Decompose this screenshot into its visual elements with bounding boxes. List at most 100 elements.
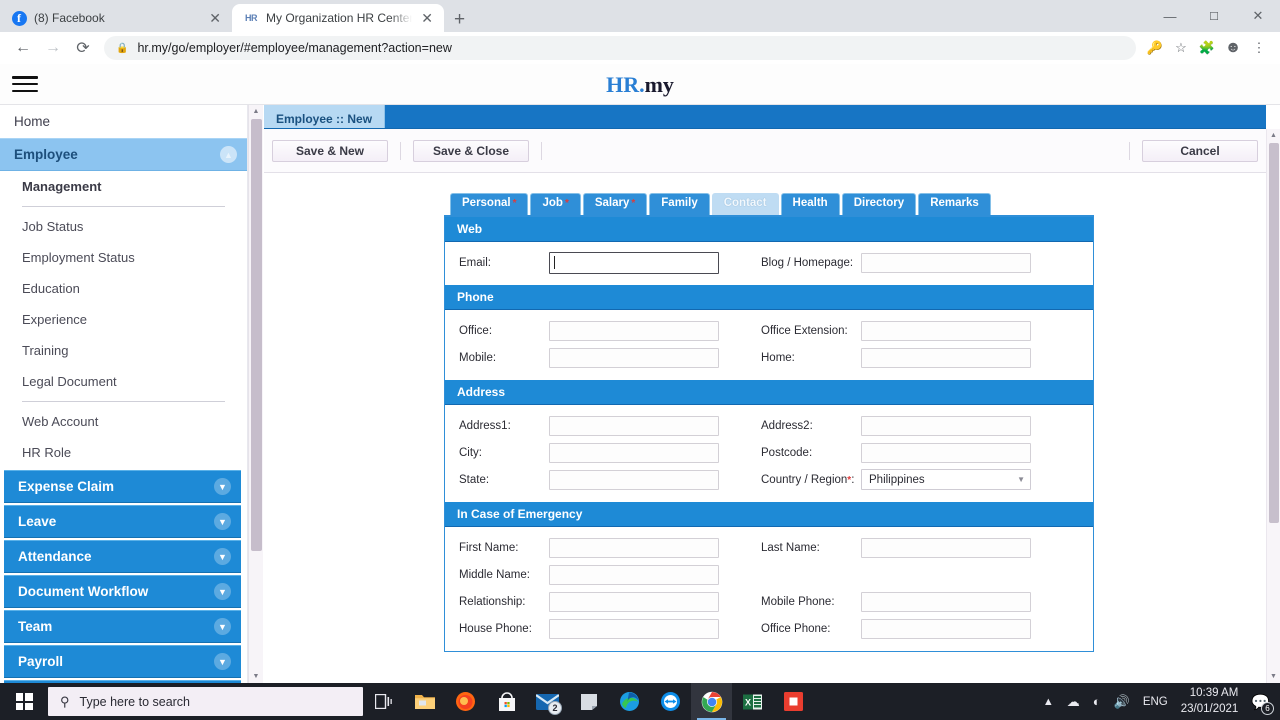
city-field[interactable] [549,443,719,463]
clock[interactable]: 10:39 AM 23/01/2021 [1181,686,1239,717]
sidebar-item-hr-role[interactable]: HR Role [0,437,247,468]
sidebar-item-team[interactable]: Team ▼ [4,610,241,643]
emergency-last-name-field[interactable] [861,538,1031,558]
google-chrome-icon[interactable] [691,683,732,720]
tab-directory[interactable]: Directory [842,193,917,215]
firefox-icon[interactable] [445,683,486,720]
sidebar-scrollbar[interactable]: ▲ ▼ [248,105,263,683]
chevron-down-icon: ▼ [214,618,231,635]
tab-health[interactable]: Health [781,193,840,215]
state-field[interactable] [549,470,719,490]
extensions-puzzle-icon[interactable]: 🧩 [1194,35,1220,61]
sidebar-item-home[interactable]: Home [0,105,247,138]
tab-remarks[interactable]: Remarks [918,193,991,215]
blog-homepage-field[interactable] [861,253,1031,273]
lock-icon: 🔒 [116,43,128,54]
address1-field[interactable] [549,416,719,436]
save-and-close-button[interactable]: Save & Close [413,140,529,162]
office-field[interactable] [549,321,719,341]
excel-icon[interactable]: X [732,683,773,720]
sidebar-item-job-status[interactable]: Job Status [0,211,247,242]
mobile-field[interactable] [549,348,719,368]
profile-avatar-icon[interactable]: ☻ [1220,35,1246,61]
volume-icon[interactable]: 🔊 [1114,694,1130,710]
emergency-house-phone-field[interactable] [549,619,719,639]
sidebar-item-experience[interactable]: Experience [0,304,247,335]
close-icon[interactable]: ✕ [419,11,435,25]
chrome-menu-icon[interactable]: ⋮ [1246,35,1272,61]
document-tab-employee-new[interactable]: Employee :: New [264,105,385,128]
scroll-down-arrow-icon[interactable]: ▼ [249,670,263,683]
save-and-new-button[interactable]: Save & New [272,140,388,162]
chevron-up-icon: ▲ [220,146,237,163]
office-extension-field[interactable] [861,321,1031,341]
emergency-house-phone-label: House Phone: [459,623,549,635]
tab-job[interactable]: Job * [530,193,580,215]
sidebar-item-expense-claim[interactable]: Expense Claim ▼ [4,470,241,503]
search-input[interactable]: ⚲ Type here to search [48,687,363,716]
browser-tab-facebook[interactable]: f (8) Facebook ✕ [0,4,232,32]
sidebar-item-legal-document[interactable]: Legal Document [0,366,247,397]
sidebar-item-employee[interactable]: Employee ▲ [0,138,247,171]
microsoft-store-icon[interactable] [486,683,527,720]
onedrive-icon[interactable]: ☁ [1067,694,1080,710]
close-icon[interactable]: ✕ [207,11,223,25]
scroll-up-arrow-icon[interactable]: ▲ [1267,129,1280,142]
minimize-window-button[interactable]: — [1148,3,1192,29]
main-scroll-thumb[interactable] [1269,143,1279,523]
sidebar-scroll-thumb[interactable] [251,119,262,551]
language-indicator[interactable]: ENG [1143,696,1168,708]
notifications-icon[interactable]: 💬 6 [1251,693,1270,711]
sidebar-item-attendance[interactable]: Attendance ▼ [4,540,241,573]
emergency-office-phone-field[interactable] [861,619,1031,639]
sidebar-item-training[interactable]: Training [0,335,247,366]
sidebar-item-document-workflow[interactable]: Document Workflow ▼ [4,575,241,608]
wifi-icon[interactable]: ◐ [1093,694,1101,709]
sticky-notes-icon[interactable] [568,683,609,720]
emergency-middle-name-field[interactable] [549,565,719,585]
task-view-icon[interactable] [363,683,404,720]
sidebar-item-management[interactable]: Management [0,171,247,202]
email-label: Email: [459,257,549,269]
file-explorer-icon[interactable] [404,683,445,720]
postcode-field[interactable] [861,443,1031,463]
address2-field[interactable] [861,416,1031,436]
emergency-first-name-field[interactable] [549,538,719,558]
emergency-relationship-field[interactable] [549,592,719,612]
main-scrollbar[interactable]: ▲ ▼ [1266,129,1280,683]
sidebar-item-web-account[interactable]: Web Account [0,406,247,437]
browser-tab-hr-my[interactable]: HR My Organization HR Center @ H ✕ [232,4,444,32]
tab-contact[interactable]: Contact [712,193,779,215]
home-field[interactable] [861,348,1031,368]
toolbar-separator [541,142,542,160]
windows-start-icon[interactable] [0,683,48,720]
form-tab-label: Directory [854,197,905,211]
microsoft-edge-icon[interactable] [609,683,650,720]
back-button[interactable]: ← [8,33,38,63]
mail-icon[interactable]: 2 [527,683,568,720]
scroll-down-arrow-icon[interactable]: ▼ [1267,670,1280,683]
show-hidden-icons[interactable]: ▲ [1043,696,1054,708]
sidebar-item-leave[interactable]: Leave ▼ [4,505,241,538]
bookmark-star-icon[interactable]: ☆ [1168,35,1194,61]
tab-salary[interactable]: Salary * [583,193,647,215]
maximize-window-button[interactable]: ☐ [1192,3,1236,29]
new-tab-button[interactable]: + [444,10,475,32]
close-window-button[interactable]: ✕ [1236,3,1280,29]
emergency-mobile-phone-field[interactable] [861,592,1031,612]
teamviewer-icon[interactable] [650,683,691,720]
scroll-up-arrow-icon[interactable]: ▲ [249,105,263,118]
tab-personal[interactable]: Personal * [450,193,528,215]
email-field[interactable] [549,252,719,274]
sidebar-item-payroll[interactable]: Payroll ▼ [4,645,241,678]
forward-button[interactable]: → [38,33,68,63]
cancel-button[interactable]: Cancel [1142,140,1258,162]
tab-family[interactable]: Family [649,193,709,215]
reload-button[interactable]: ⟳ [68,33,98,63]
key-icon[interactable]: 🔑 [1142,35,1168,61]
sidebar-item-education[interactable]: Education [0,273,247,304]
sidebar-item-employment-status[interactable]: Employment Status [0,242,247,273]
country-region-select[interactable]: Philippines ▼ [861,469,1031,490]
recorder-icon[interactable] [773,683,814,720]
address-bar[interactable]: 🔒 hr.my/go/employer/#employee/management… [104,36,1136,60]
